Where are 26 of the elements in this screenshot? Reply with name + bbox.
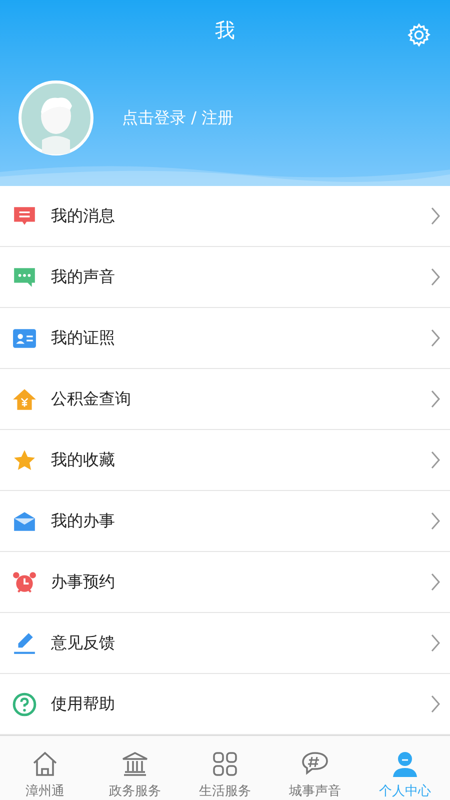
chevron-icon [430,389,440,409]
building-icon [121,750,149,778]
hashtag-bubble-icon [301,750,329,778]
chevron-icon [430,694,440,714]
chevron-icon [430,633,440,653]
tab[interactable]: 漳州通 [0,736,90,800]
grid-icon [211,750,239,778]
page-title: 我 [215,16,235,44]
person-icon [391,750,419,778]
tab[interactable]: 政务服务 [90,736,180,800]
alarm-clock-icon [12,570,37,594]
avatar[interactable] [18,80,94,156]
settings-icon[interactable] [406,22,432,48]
tab[interactable]: 生活服务 [180,736,270,800]
house-icon [12,386,37,412]
house-icon [31,750,59,778]
chevron-icon [430,328,440,348]
chevron-icon [430,511,440,531]
tab[interactable]: 城事声音 [270,736,360,800]
chevron-icon [430,206,440,226]
pen-icon [12,630,37,656]
star-icon [12,448,37,472]
chevron-icon [430,267,440,287]
chevron-icon [430,450,440,470]
help-icon [12,692,37,716]
chevron-icon [430,572,440,592]
